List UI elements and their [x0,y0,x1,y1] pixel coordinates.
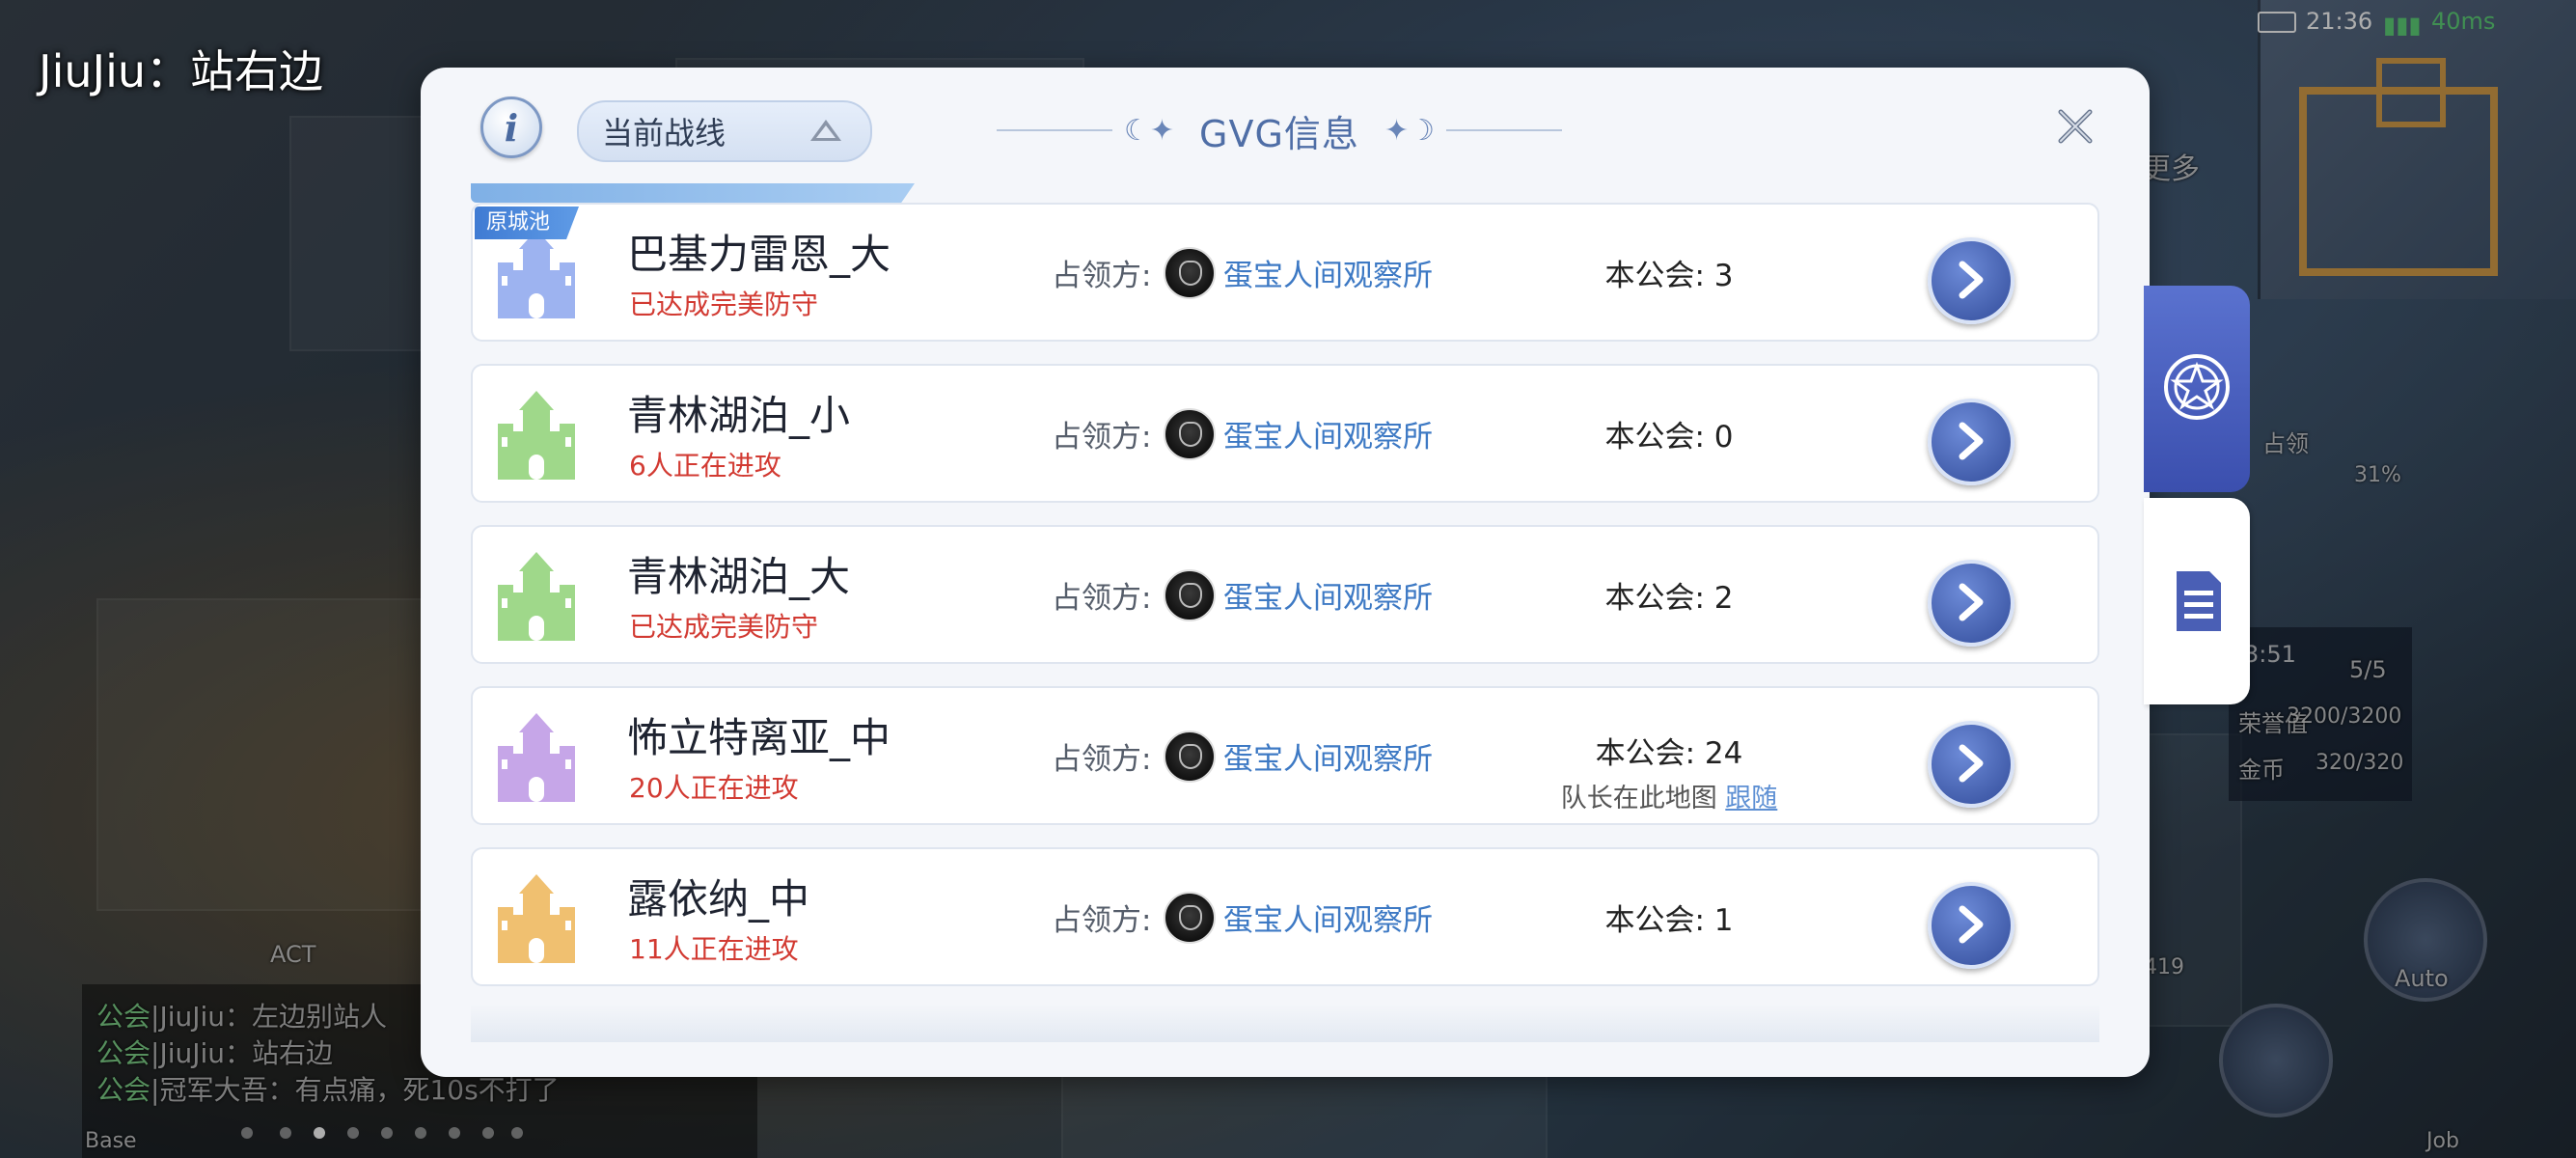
origin-castle-badge: 原城池 [475,207,580,239]
castle-status: 已达成完美防守 [629,289,819,320]
chevron-right-icon [1959,744,1984,783]
castle-status: 20人正在进攻 [629,772,799,804]
go-button[interactable] [1928,399,2014,485]
guild-emblem-icon [1164,408,1216,460]
owner-guild-name[interactable]: 蛋宝人间观察所 [1223,573,1433,617]
go-button[interactable] [1928,721,2014,808]
magic-circle-icon [2164,354,2230,420]
dropdown-label: 当前战线 [602,115,726,152]
castle-icon [490,870,583,967]
castle-icon [490,548,583,645]
castle-status: 已达成完美防守 [629,611,819,643]
castle-status: 6人正在进攻 [629,450,781,482]
modal-title-wrap: ☾✦ GVG信息 ✦☽ [980,106,1578,155]
modal-header: i 当前战线 ☾✦ GVG信息 ✦☽ [421,68,2150,193]
gvg-info-modal: i 当前战线 ☾✦ GVG信息 ✦☽ 原城池 巴基力雷恩_大 已达成完美防守 占领方:… [421,68,2250,1077]
owner-guild-name[interactable]: 蛋宝人间观察所 [1223,251,1433,294]
guild-member-count: 本公会: 1 [1604,903,1734,938]
chevron-right-icon [1959,583,1984,621]
castle-icon [490,226,583,322]
moon-ornament-icon: ☾✦ [1124,113,1175,148]
castle-list[interactable]: 原城池 巴基力雷恩_大 已达成完美防守 占领方: 蛋宝人间观察所 本公会: 3 青林湖泊_小… [471,183,2099,1042]
guild-member-count: 本公会: 0 [1604,420,1734,455]
owner-label: 占领方: [1052,903,1152,938]
player-name: JiuJiu：站右边 [39,45,324,97]
info-icon[interactable]: i [480,96,542,158]
castle-row[interactable]: 露依纳_中 11人正在进攻 占领方: 蛋宝人间观察所 本公会: 1 [471,847,2099,986]
owner-label: 占领方: [1052,742,1152,777]
owner-label: 占领方: [1052,420,1152,455]
chevron-right-icon [1959,422,1984,460]
go-button[interactable] [1928,560,2014,647]
castle-name: 青林湖泊_大 [627,553,851,600]
castle-name: 露依纳_中 [627,875,810,923]
modal-title: GVG信息 [1199,112,1359,155]
owner-guild-name[interactable]: 蛋宝人间观察所 [1223,896,1433,939]
follow-link[interactable]: 跟随 [1725,784,1777,813]
tab-document[interactable] [2144,498,2250,704]
castle-row[interactable]: 原城池巴基力雷恩_大已达成完美防守 占领方: 蛋宝人间观察所 本公会: 3 [471,203,2099,342]
battle-line-dropdown[interactable]: 当前战线 [577,100,872,162]
tab-gvg-info[interactable] [2144,286,2250,492]
guild-emblem-icon [1164,569,1216,621]
guild-emblem-icon [1164,731,1216,783]
castle-icon [490,709,583,806]
guild-member-count: 本公会: 3 [1604,259,1734,293]
castle-status: 11人正在进攻 [629,933,799,965]
chevron-right-icon [1959,261,1984,299]
go-button[interactable] [1928,237,2014,324]
chevron-right-icon [1959,905,1984,944]
owner-label: 占领方: [1052,581,1152,616]
castle-icon [490,387,583,483]
castle-row[interactable]: 怖立特离亚_中 20人正在进攻 占领方: 蛋宝人间观察所 本公会: 24 队长在此地图 跟… [471,686,2099,825]
moon-ornament-icon: ✦☽ [1384,113,1435,148]
owner-guild-name[interactable]: 蛋宝人间观察所 [1223,412,1433,455]
castle-name: 怖立特离亚_中 [627,714,891,761]
owner-guild-name[interactable]: 蛋宝人间观察所 [1223,734,1433,778]
go-button[interactable] [1928,882,2014,969]
leader-note: 队长在此地图 跟随 [1560,784,1778,813]
guild-member-count: 本公会: 24 [1595,736,1743,771]
castle-row[interactable]: 青林湖泊_大已达成完美防守 占领方: 蛋宝人间观察所 本公会: 2 [471,525,2099,664]
guild-emblem-icon [1164,247,1216,299]
guild-emblem-icon [1164,892,1216,944]
guild-member-count: 本公会: 2 [1604,581,1734,616]
section-header-tab [471,183,915,203]
close-icon[interactable] [2051,102,2099,151]
castle-name: 巴基力雷恩_大 [627,231,891,278]
owner-label: 占领方: [1052,259,1152,293]
document-icon [2177,571,2221,631]
triangle-up-icon [810,120,841,141]
castle-row[interactable]: 青林湖泊_小 6人正在进攻 占领方: 蛋宝人间观察所 本公会: 0 [471,364,2099,503]
castle-name: 青林湖泊_小 [627,392,851,439]
